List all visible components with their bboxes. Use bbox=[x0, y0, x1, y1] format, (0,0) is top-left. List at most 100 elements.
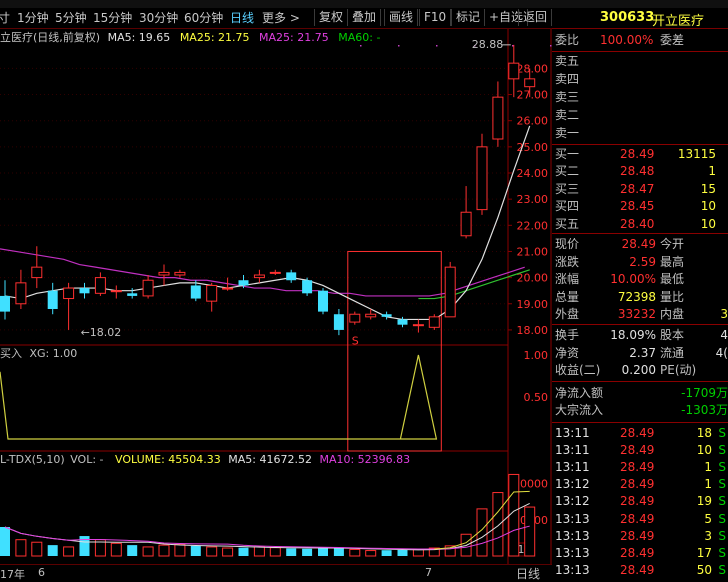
stat2-row: 净资 2.37 流通 4( bbox=[552, 345, 728, 362]
tick-row: 13:13 28.49 5 S bbox=[552, 511, 728, 528]
price-tick-label: 18.00 bbox=[517, 324, 549, 337]
daily-tab-right[interactable]: 日线 bbox=[516, 565, 540, 582]
volume-bar-down bbox=[238, 547, 249, 556]
buy-level-5: 买五 28.40 10 bbox=[552, 216, 728, 233]
tick-time: 13:11 bbox=[555, 460, 590, 475]
stat-value: 18.09% bbox=[610, 328, 656, 342]
buy-label: 买二 bbox=[555, 164, 580, 179]
candle-body-up bbox=[428, 316, 440, 328]
f10-button[interactable]: F10 bbox=[419, 9, 452, 26]
tick-price: 28.49 bbox=[620, 460, 655, 475]
candle-body-up bbox=[174, 271, 186, 276]
back-button[interactable]: 返回 bbox=[518, 9, 553, 26]
mark-button[interactable]: 标记 bbox=[451, 9, 486, 26]
period-5min[interactable]: 5分钟 bbox=[55, 10, 87, 26]
restore-rights-button[interactable]: 复权 bbox=[314, 9, 349, 26]
candle-body-up bbox=[492, 96, 504, 140]
candle-body-down bbox=[79, 288, 90, 294]
period-1min[interactable]: 1分钟 bbox=[17, 10, 49, 26]
tick-volume: 18 bbox=[696, 426, 712, 440]
highlight-box: S bbox=[347, 250, 442, 452]
buy-volume: 13115 bbox=[677, 147, 716, 161]
ma25b-legend: MA25: 21.75 bbox=[259, 31, 329, 44]
high-price-label: 28.88 bbox=[472, 38, 504, 51]
price-tick-label: 25.00 bbox=[517, 141, 549, 154]
price-tick-label: 20.00 bbox=[517, 272, 549, 285]
volume-bar-up bbox=[365, 550, 377, 557]
volume-bar-up bbox=[31, 541, 43, 557]
period-15min[interactable]: 15分钟 bbox=[93, 10, 132, 26]
date-7: 7 bbox=[425, 566, 432, 579]
volume-bar-down bbox=[397, 549, 408, 556]
volume-bar-up bbox=[412, 548, 424, 557]
volume-bar-down bbox=[381, 550, 392, 556]
sell-label: 卖五 bbox=[555, 54, 580, 68]
overlay-button[interactable]: 叠加 bbox=[347, 9, 382, 26]
indicator-tick-label: 0.50 bbox=[524, 391, 549, 404]
price-tick-label: 22.00 bbox=[517, 219, 549, 232]
draw-line-button[interactable]: 画线 bbox=[384, 9, 419, 26]
period-more[interactable]: 更多 > bbox=[262, 10, 300, 26]
stock-code: 300633 bbox=[600, 10, 655, 25]
candle-body-up bbox=[31, 266, 43, 279]
kline-svg[interactable]: 28.00 27.00 26.00 25.00 24.00 23.00 22.00 21.00… bbox=[0, 29, 552, 564]
dot bbox=[360, 45, 362, 47]
tick-time: 13:12 bbox=[555, 494, 590, 509]
indicator-group bbox=[0, 354, 438, 440]
date-6: 6 bbox=[38, 566, 45, 579]
tick-price: 28.49 bbox=[620, 562, 655, 577]
tick-volume: 10 bbox=[696, 443, 712, 458]
buy-volume: 10 bbox=[700, 216, 716, 231]
tick-price: 28.49 bbox=[620, 426, 655, 440]
volume-bar-up bbox=[158, 544, 170, 557]
candle-body-down bbox=[302, 280, 313, 294]
flow-label: 大宗流入 bbox=[555, 403, 604, 417]
sell-level-3: 卖三 bbox=[552, 89, 728, 106]
flow-label: 净流入额 bbox=[555, 386, 604, 400]
volume-bar-down bbox=[286, 548, 297, 556]
tick-flag: S bbox=[718, 477, 726, 492]
low-price-label: ←18.02 bbox=[81, 326, 122, 339]
tick-time: 13:13 bbox=[555, 511, 590, 526]
divider bbox=[552, 51, 728, 52]
stat-value: 72398 bbox=[617, 289, 656, 304]
stat-label-2: 今开 bbox=[660, 237, 685, 251]
stat-label: 外盘 bbox=[555, 307, 580, 322]
divider bbox=[552, 422, 728, 423]
tick-price: 28.49 bbox=[620, 528, 655, 543]
buy-price: 28.47 bbox=[620, 181, 655, 196]
main-legend: 立医疗(日线,前复权) MA5: 19.65 MA25: 21.75 MA25:… bbox=[0, 31, 380, 45]
buy-price: 28.45 bbox=[620, 199, 655, 214]
candle-body-down bbox=[238, 280, 249, 286]
volume-bar-down bbox=[302, 548, 313, 556]
buy-label: 买一 bbox=[555, 147, 580, 161]
divider bbox=[552, 381, 728, 382]
stat-value: 2.37 bbox=[629, 345, 656, 360]
period-60min[interactable]: 60分钟 bbox=[184, 10, 223, 26]
stat-label: 收益(二) bbox=[555, 363, 601, 378]
volume-bar-down bbox=[0, 527, 10, 556]
quote-panel: 300633 开立医疗 委比 100.00% 委差 卖五 卖四 卖三 卖二 卖一 买一 2… bbox=[552, 8, 728, 580]
volume-bar-down bbox=[127, 545, 138, 556]
flow-value: -1709万 bbox=[681, 386, 728, 400]
candle-body-down bbox=[286, 272, 297, 281]
volume-bar-up bbox=[174, 543, 186, 557]
period-30min[interactable]: 30分钟 bbox=[139, 10, 178, 26]
period-daily[interactable]: 日线 bbox=[230, 10, 254, 26]
buy-label: 买五 bbox=[555, 216, 580, 231]
tick-flag: S bbox=[718, 494, 726, 509]
volume-bar-down bbox=[318, 548, 328, 556]
period-partial[interactable]: 寸 bbox=[0, 10, 10, 26]
ma25-legend: MA25: 21.75 bbox=[179, 31, 250, 44]
indicator-tick-label: 1.00 bbox=[524, 349, 549, 362]
stat-row: 现价 28.49 今开 bbox=[552, 236, 728, 253]
sell-label: 卖一 bbox=[555, 126, 580, 140]
sell-level-1: 卖一 bbox=[552, 125, 728, 142]
candle-body-down bbox=[318, 290, 328, 312]
stat-value-2: 4( bbox=[715, 345, 728, 360]
tick-flag: S bbox=[718, 426, 726, 440]
candle-body-up bbox=[206, 284, 218, 302]
candle-body-down bbox=[190, 285, 201, 299]
kline-chart-area[interactable]: 28.00 27.00 26.00 25.00 24.00 23.00 22.00 21.00… bbox=[0, 29, 552, 564]
dot bbox=[436, 45, 438, 47]
